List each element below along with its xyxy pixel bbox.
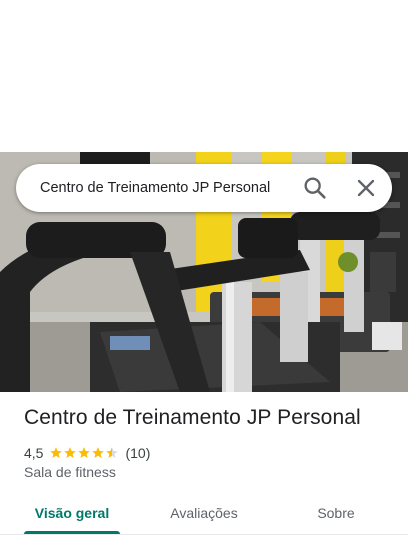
star-icon (64, 447, 77, 458)
star-icon (50, 447, 63, 458)
place-title: Centro de Treinamento JP Personal (24, 406, 361, 429)
tab-about[interactable]: Sobre (284, 496, 388, 532)
search-icon (304, 177, 326, 199)
tab-overview[interactable]: Visão geral (20, 496, 124, 532)
tabs-divider (0, 534, 408, 535)
search-input[interactable]: Centro de Treinamento JP Personal (40, 164, 270, 212)
close-button[interactable] (352, 174, 380, 202)
star-icon (92, 447, 105, 458)
tab-reviews[interactable]: Avaliações (152, 496, 256, 532)
rating-row[interactable]: 4,5 (10) (24, 443, 150, 463)
search-bar[interactable]: Centro de Treinamento JP Personal (16, 164, 392, 212)
place-category: Sala de fitness (24, 464, 116, 480)
tab-bar: Visão geral Avaliações Sobre (0, 496, 408, 536)
rating-stars (49, 446, 119, 460)
rating-value: 4,5 (24, 445, 44, 461)
star-icon (78, 447, 91, 458)
review-count[interactable]: (10) (125, 445, 150, 461)
star-icon (106, 447, 119, 458)
search-button[interactable] (301, 174, 329, 202)
close-icon (357, 179, 375, 197)
